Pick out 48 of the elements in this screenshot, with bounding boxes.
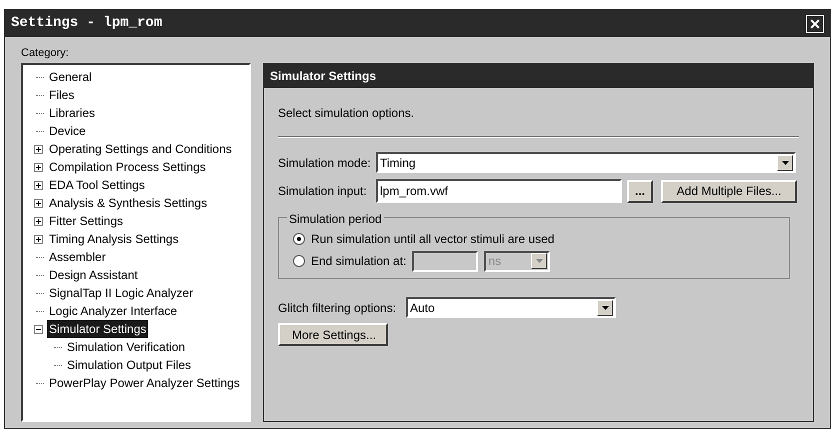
tree-item[interactable]: Design Assistant	[47, 266, 140, 284]
expand-icon[interactable]	[34, 234, 42, 244]
expand-icon[interactable]	[34, 144, 42, 154]
tree-item[interactable]: Logic Analyzer Interface	[47, 302, 180, 320]
tree-item[interactable]: Fitter Settings	[47, 212, 126, 230]
caret-icon	[602, 306, 608, 310]
category-label: Category:	[21, 46, 70, 61]
input-field[interactable]: lpm_rom.vwf	[376, 179, 622, 203]
window-title: Settings - lpm_rom	[11, 14, 162, 33]
close-button[interactable]: ×	[806, 14, 824, 32]
tree-item[interactable]: Timing Analysis Settings	[47, 230, 181, 248]
tree-item[interactable]: Files	[47, 86, 76, 104]
caret-icon	[782, 160, 788, 164]
field-label: Simulation input:	[278, 183, 368, 200]
field-label: Simulation mode:	[278, 154, 372, 172]
tree-item[interactable]: EDA Tool Settings	[47, 176, 147, 194]
tree-item[interactable]: PowerPlay Power Analyzer Settings	[47, 374, 242, 392]
dropdown-button[interactable]	[597, 300, 613, 316]
expand-icon[interactable]	[34, 216, 42, 226]
expand-icon[interactable]	[34, 162, 42, 172]
dropdown[interactable]: Timing	[376, 152, 796, 173]
tree-item[interactable]: Compilation Process Settings	[47, 158, 208, 176]
expand-icon[interactable]	[34, 198, 42, 208]
tree-item[interactable]: Analysis & Synthesis Settings	[47, 194, 210, 212]
caret-icon	[536, 259, 543, 263]
tree-item[interactable]: Libraries	[47, 104, 98, 122]
tree-item[interactable]: Simulation Verification	[65, 338, 188, 356]
dropdown-button[interactable]	[777, 154, 793, 170]
tree-item[interactable]: Simulator Settings	[47, 320, 148, 338]
add-files-button[interactable]: Add Multiple Files...	[661, 180, 798, 202]
field-label: Glitch filtering options:	[278, 300, 398, 316]
tree-item[interactable]: General	[47, 68, 94, 86]
tree-item[interactable]: SignalTap II Logic Analyzer	[47, 284, 196, 302]
dropdown-button[interactable]	[531, 253, 548, 269]
radio-button[interactable]	[293, 233, 305, 245]
panel-header: Simulator Settings	[264, 64, 813, 88]
tree-item[interactable]: Operating Settings and Conditions	[47, 140, 234, 158]
tree-item[interactable]: Simulation Output Files	[65, 356, 194, 374]
more-settings-button[interactable]: More Settings...	[278, 323, 388, 346]
browse-button[interactable]: ...	[627, 180, 654, 202]
expand-icon[interactable]	[34, 180, 42, 190]
radio-label: End simulation at:	[311, 253, 406, 270]
collapse-icon[interactable]	[34, 324, 42, 334]
tree-item[interactable]: Device	[47, 122, 88, 140]
tree-item[interactable]: Assembler	[47, 248, 108, 266]
description-text: Select simulation options.	[278, 105, 416, 122]
radio-label: Run simulation until all vector stimuli are used	[311, 231, 554, 248]
dropdown[interactable]: Auto	[406, 297, 616, 318]
